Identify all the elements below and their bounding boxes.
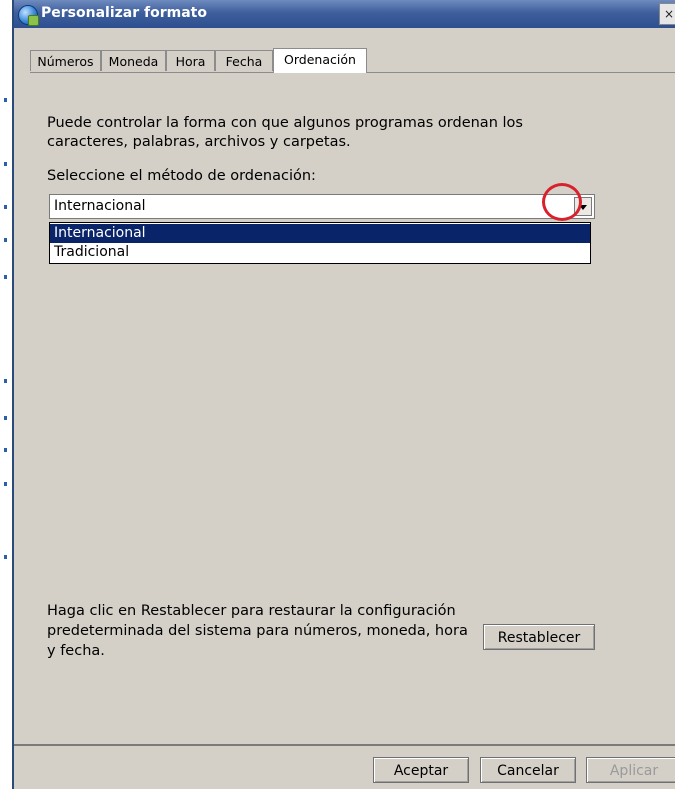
- tab-moneda[interactable]: Moneda: [101, 50, 166, 71]
- desktop-marker: [4, 162, 7, 166]
- dropdown-option-internacional[interactable]: Internacional: [50, 224, 590, 243]
- reset-description: Haga clic en Restablecer para restaurar …: [47, 603, 468, 659]
- tab-label: Números: [37, 54, 94, 69]
- sort-method-select[interactable]: Internacional: [49, 194, 595, 219]
- ok-button[interactable]: Aceptar: [373, 757, 469, 783]
- desktop-marker: [4, 448, 7, 452]
- tab-fecha[interactable]: Fecha: [215, 50, 273, 71]
- tab-ordenacion[interactable]: Ordenación: [273, 48, 367, 73]
- close-icon[interactable]: ×: [659, 3, 675, 25]
- desktop-marker: [4, 275, 7, 279]
- tab-label: Ordenación: [284, 52, 356, 67]
- tab-numeros[interactable]: Números: [30, 50, 101, 71]
- sort-method-value: Internacional: [54, 198, 146, 214]
- cancel-button[interactable]: Cancelar: [480, 757, 576, 783]
- annotation-circle: [542, 183, 582, 221]
- desktop-marker: [4, 416, 7, 420]
- desktop-marker: [4, 238, 7, 242]
- tab-label: Hora: [175, 54, 206, 69]
- footer-separator: [14, 744, 675, 746]
- apply-button[interactable]: Aplicar: [586, 757, 675, 783]
- tab-label: Moneda: [108, 54, 159, 69]
- desktop-marker: [4, 482, 7, 486]
- tab-hora[interactable]: Hora: [166, 50, 215, 71]
- desktop-marker: [4, 205, 7, 209]
- customize-format-dialog: Personalizar formato × Números Moneda Ho…: [14, 0, 675, 789]
- sorting-description: Puede controlar la forma con que algunos…: [47, 115, 523, 150]
- desktop-marker: [4, 555, 7, 559]
- sort-method-label: Seleccione el método de ordenación:: [47, 168, 316, 184]
- desktop-marker: [4, 379, 7, 383]
- tab-label: Fecha: [225, 54, 263, 69]
- title-bar: Personalizar formato ×: [14, 0, 675, 28]
- dialog-title: Personalizar formato: [41, 5, 207, 21]
- desktop-marker: [4, 98, 7, 102]
- reset-button[interactable]: Restablecer: [483, 624, 595, 650]
- sort-method-dropdown-list: Internacional Tradicional: [49, 222, 591, 264]
- dropdown-option-tradicional[interactable]: Tradicional: [50, 243, 590, 262]
- regional-settings-icon: [18, 5, 39, 26]
